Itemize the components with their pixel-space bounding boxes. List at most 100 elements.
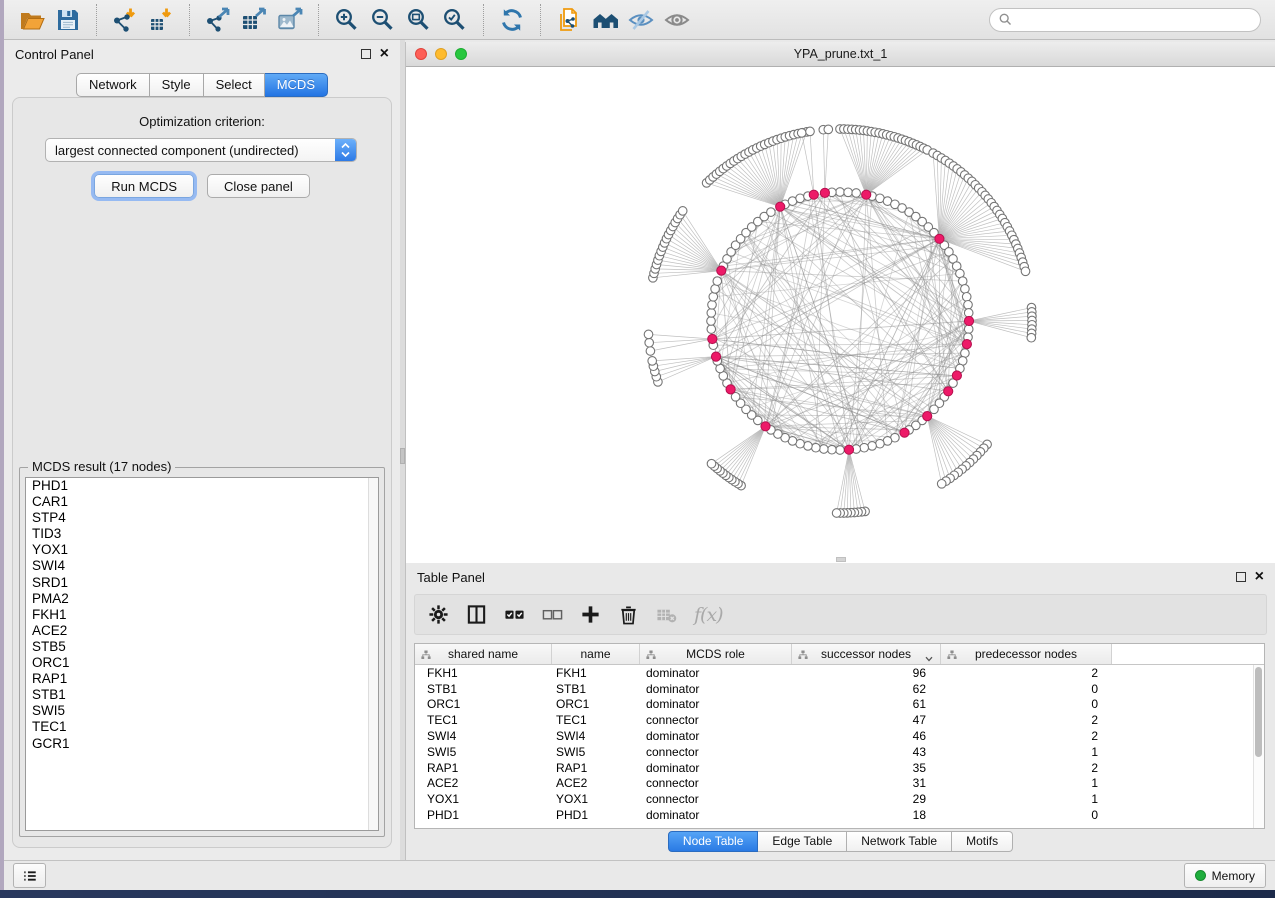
mcds-result-node[interactable]: ACE2 xyxy=(26,623,378,639)
close-panel-icon[interactable]: × xyxy=(380,48,389,60)
mcds-panel: Optimization criterion: largest connecte… xyxy=(12,97,392,848)
mcds-result-node[interactable]: ORC1 xyxy=(26,655,378,671)
panel-list-button[interactable] xyxy=(13,863,46,888)
hide-selected-icon[interactable] xyxy=(625,5,657,35)
mcds-result-node[interactable]: RAP1 xyxy=(26,671,378,687)
mcds-result-fieldset: MCDS result (17 nodes) PHD1CAR1STP4TID3Y… xyxy=(19,467,385,837)
column-header-successor-nodes[interactable]: successor nodes xyxy=(792,644,941,664)
toolbar-separator xyxy=(483,4,484,36)
mcds-result-node[interactable]: SRD1 xyxy=(26,575,378,591)
export-network-icon[interactable] xyxy=(202,5,234,35)
app-window: Control Panel × NetworkStyleSelectMCDS O… xyxy=(4,0,1275,890)
mcds-result-node[interactable]: PHD1 xyxy=(26,478,378,494)
mcds-list-scrollbar[interactable] xyxy=(368,478,378,830)
float-panel-icon[interactable] xyxy=(361,49,371,59)
cell-name: SWI4 xyxy=(552,729,640,743)
mcds-result-node[interactable]: SWI5 xyxy=(26,703,378,719)
cell-name: YOX1 xyxy=(552,792,640,806)
save-session-icon[interactable] xyxy=(52,5,84,35)
split-panel-icon[interactable] xyxy=(466,603,487,627)
delete-columns-icon[interactable] xyxy=(618,603,639,627)
create-column-icon[interactable] xyxy=(580,603,601,627)
table-row[interactable]: ACE2ACE2connector311 xyxy=(415,776,1264,792)
import-network-icon[interactable] xyxy=(109,5,141,35)
mcds-result-node[interactable]: GCR1 xyxy=(26,736,378,752)
mcds-result-node[interactable]: STB1 xyxy=(26,687,378,703)
home-icon[interactable] xyxy=(589,5,621,35)
table-row[interactable]: TEC1TEC1connector472 xyxy=(415,712,1264,728)
cell-shared-name: SWI4 xyxy=(415,729,552,743)
table-row[interactable]: PHD1PHD1dominator180 xyxy=(415,807,1264,823)
table-toolbar: f(x) xyxy=(414,594,1267,635)
network-splitter-grip[interactable] xyxy=(836,557,846,562)
table-row[interactable]: RAP1RAP1dominator352 xyxy=(415,760,1264,776)
network-canvas[interactable] xyxy=(406,67,1275,563)
new-network-from-selection-icon[interactable] xyxy=(553,5,585,35)
network-window-titlebar[interactable]: YPA_prune.txt_1 xyxy=(406,42,1275,67)
mcds-result-node[interactable]: STP4 xyxy=(26,510,378,526)
mcds-result-node[interactable]: STB5 xyxy=(26,639,378,655)
settings-icon[interactable] xyxy=(428,603,449,627)
mcds-result-node[interactable]: TID3 xyxy=(26,526,378,542)
tab-style[interactable]: Style xyxy=(150,73,204,97)
tab-network[interactable]: Network xyxy=(76,73,150,97)
cell-name: TEC1 xyxy=(552,713,640,727)
cell-predecessor-nodes: 2 xyxy=(941,729,1112,743)
tab-node-table[interactable]: Node Table xyxy=(668,831,759,852)
tab-network-table[interactable]: Network Table xyxy=(847,831,952,852)
search-box[interactable] xyxy=(989,8,1261,32)
function-builder-icon: f(x) xyxy=(694,603,723,627)
mcds-result-node[interactable]: FKH1 xyxy=(26,607,378,623)
table-row[interactable]: YOX1YOX1connector291 xyxy=(415,791,1264,807)
refresh-layout-icon[interactable] xyxy=(496,5,528,35)
column-header-shared-name[interactable]: shared name xyxy=(415,644,552,664)
cell-successor-nodes: 96 xyxy=(792,666,941,680)
tab-select[interactable]: Select xyxy=(204,73,265,97)
cell-MCDS-role: dominator xyxy=(640,666,792,680)
mcds-result-node[interactable]: YOX1 xyxy=(26,542,378,558)
export-image-icon[interactable] xyxy=(274,5,306,35)
column-header-predecessor-nodes[interactable]: predecessor nodes xyxy=(941,644,1112,664)
mcds-result-node[interactable]: SWI4 xyxy=(26,558,378,574)
zoom-in-icon[interactable] xyxy=(331,5,363,35)
export-table-icon[interactable] xyxy=(238,5,270,35)
attribute-type-icon xyxy=(947,649,957,663)
open-session-icon[interactable] xyxy=(16,5,48,35)
mcds-result-list[interactable]: PHD1CAR1STP4TID3YOX1SWI4SRD1PMA2FKH1ACE2… xyxy=(25,477,379,831)
memory-button[interactable]: Memory xyxy=(1184,863,1266,888)
network-graph[interactable] xyxy=(406,67,1275,563)
tab-mcds[interactable]: MCDS xyxy=(265,73,328,97)
table-row[interactable]: SWI5SWI5connector431 xyxy=(415,744,1264,760)
float-table-panel-icon[interactable] xyxy=(1236,572,1246,582)
tab-edge-table[interactable]: Edge Table xyxy=(758,831,847,852)
cell-shared-name: TEC1 xyxy=(415,713,552,727)
mcds-result-node[interactable]: CAR1 xyxy=(26,494,378,510)
show-all-icon[interactable] xyxy=(661,5,693,35)
optimization-criterion-select[interactable]: largest connected component (undirected) xyxy=(45,138,357,162)
cell-predecessor-nodes: 0 xyxy=(941,808,1112,822)
table-scrollbar-thumb[interactable] xyxy=(1255,667,1262,757)
tab-motifs[interactable]: Motifs xyxy=(952,831,1013,852)
mcds-result-node[interactable]: TEC1 xyxy=(26,719,378,735)
table-row[interactable]: FKH1FKH1dominator962 xyxy=(415,665,1264,681)
close-panel-button[interactable]: Close panel xyxy=(207,174,310,198)
table-row[interactable]: ORC1ORC1dominator610 xyxy=(415,697,1264,713)
table-row[interactable]: STB1STB1dominator620 xyxy=(415,681,1264,697)
zoom-out-icon[interactable] xyxy=(367,5,399,35)
zoom-fit-icon[interactable] xyxy=(403,5,435,35)
close-table-panel-icon[interactable]: × xyxy=(1255,571,1264,583)
zoom-selected-icon[interactable] xyxy=(439,5,471,35)
column-header-MCDS-role[interactable]: MCDS role xyxy=(640,644,792,664)
attribute-type-icon xyxy=(421,649,431,663)
table-row[interactable]: SWI4SWI4dominator462 xyxy=(415,728,1264,744)
mcds-result-node[interactable]: PMA2 xyxy=(26,591,378,607)
search-input[interactable] xyxy=(1017,12,1251,28)
select-all-icon[interactable] xyxy=(504,603,525,627)
table-scrollbar[interactable] xyxy=(1253,665,1264,828)
deselect-all-icon[interactable] xyxy=(542,603,563,627)
run-mcds-button[interactable]: Run MCDS xyxy=(94,174,194,198)
cell-successor-nodes: 46 xyxy=(792,729,941,743)
column-header-name[interactable]: name xyxy=(552,644,640,664)
import-table-icon[interactable] xyxy=(145,5,177,35)
cell-name: ORC1 xyxy=(552,697,640,711)
